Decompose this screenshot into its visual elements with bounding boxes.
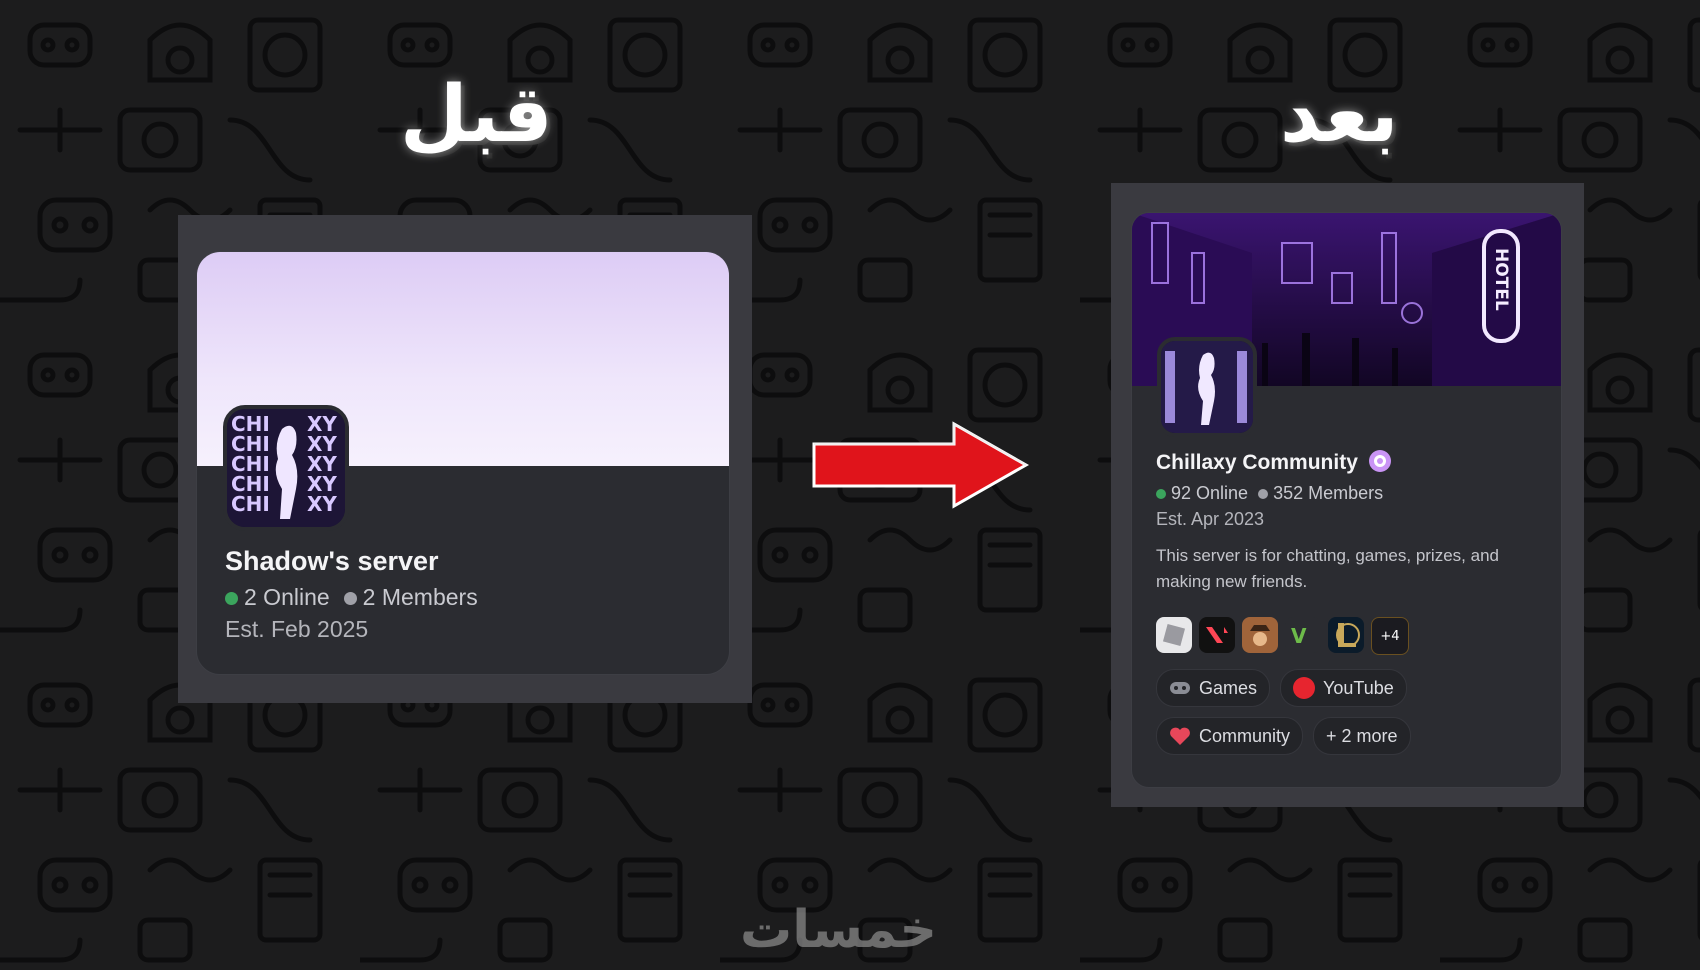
server-name-text: Chillaxy Community [1156,451,1358,474]
server-name: Shadow's server [225,546,439,576]
gamepad-icon [1170,682,1190,694]
tag-more[interactable]: + 2 more [1313,717,1411,755]
tag-youtube[interactable]: YouTube [1280,669,1407,707]
watermark-logo: خمسات [740,900,938,960]
online-count: 92 Online [1171,483,1249,503]
server-stats: 92 Online 352 Members [1156,483,1383,504]
online-count: 2 Online [244,584,330,610]
avatar-text-left: CHI [231,492,270,516]
hotel-sign: HOTEL [1491,248,1511,311]
roblox-icon[interactable] [1156,617,1192,653]
online-dot [1156,489,1166,500]
red-dead-icon[interactable] [1242,617,1278,653]
arrow-right-icon [812,421,1030,509]
svg-text:V: V [1291,624,1307,648]
before-server-card[interactable]: CHI CHI CHI CHI CHI XY XY XY XY XY Shado… [196,251,730,675]
after-heading: بعد [1280,70,1399,160]
league-icon[interactable] [1328,617,1364,653]
more-games-badge[interactable]: +4 [1371,617,1409,655]
members-count: 352 Members [1273,483,1384,503]
tag-community[interactable]: Community [1156,717,1304,755]
members-dot [1258,489,1269,500]
established-date: Est. Feb 2025 [225,616,369,642]
valorant-icon[interactable] [1199,617,1235,653]
before-heading: قبل [400,70,553,160]
games-row: V +4 [1156,617,1409,655]
members-count: 2 Members [362,584,478,610]
tag-label: Community [1199,725,1291,746]
partner-badge-icon [1368,450,1391,472]
tag-label: + 2 more [1326,725,1398,746]
members-dot [343,592,357,606]
tag-label: Games [1199,677,1258,698]
server-avatar: CHI CHI CHI CHI CHI XY XY XY XY XY [223,405,349,531]
online-dot [225,592,238,606]
gta-icon[interactable]: V [1285,617,1321,653]
tags-list: Games YouTube Community + 2 more [1156,669,1546,755]
server-avatar [1157,337,1257,437]
tag-games[interactable]: Games [1156,669,1271,707]
server-description: This server is for chatting, games, priz… [1156,546,1499,591]
heart-icon [1170,727,1190,745]
after-server-card[interactable]: HOTEL Chillaxy Community 92 Online 352 Me… [1131,212,1562,788]
server-stats: 2 Online 2 Members [225,584,478,611]
tag-label: YouTube [1323,677,1394,698]
server-name: Chillaxy Community [1156,449,1392,475]
avatar-text-right: XY [307,492,337,516]
youtube-icon [1293,677,1316,699]
established-date: Est. Apr 2023 [1156,509,1265,529]
